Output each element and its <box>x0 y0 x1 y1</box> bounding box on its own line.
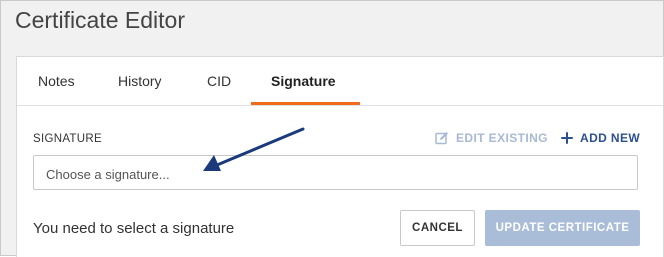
cancel-button[interactable]: CANCEL <box>400 210 475 246</box>
signature-field-label: SIGNATURE <box>33 133 102 145</box>
edit-existing-button[interactable]: EDIT EXISTING <box>435 131 548 145</box>
update-certificate-button[interactable]: UPDATE CERTIFICATE <box>485 210 640 246</box>
validation-message: You need to select a signature <box>33 220 235 237</box>
tab-cid[interactable]: CID <box>207 73 231 89</box>
add-new-label: ADD NEW <box>580 131 641 145</box>
tab-notes[interactable]: Notes <box>38 73 75 89</box>
tab-signature[interactable]: Signature <box>271 73 336 89</box>
tab-history[interactable]: History <box>118 73 162 89</box>
signature-select[interactable]: Choose a signature... <box>33 155 638 190</box>
editor-panel: Notes History CID Signature SIGNATURE ED… <box>16 56 664 257</box>
plus-icon <box>561 132 573 144</box>
add-new-button[interactable]: ADD NEW <box>561 131 640 145</box>
edit-existing-label: EDIT EXISTING <box>456 131 548 145</box>
tab-bar: Notes History CID Signature <box>17 57 663 106</box>
pencil-square-icon <box>435 132 448 145</box>
active-tab-indicator <box>251 102 360 105</box>
page-title: Certificate Editor <box>15 7 186 33</box>
arrow-icon <box>203 127 305 171</box>
dialog-window: Certificate Editor Notes History CID Sig… <box>0 0 664 257</box>
signature-select-placeholder: Choose a signature... <box>46 167 170 182</box>
